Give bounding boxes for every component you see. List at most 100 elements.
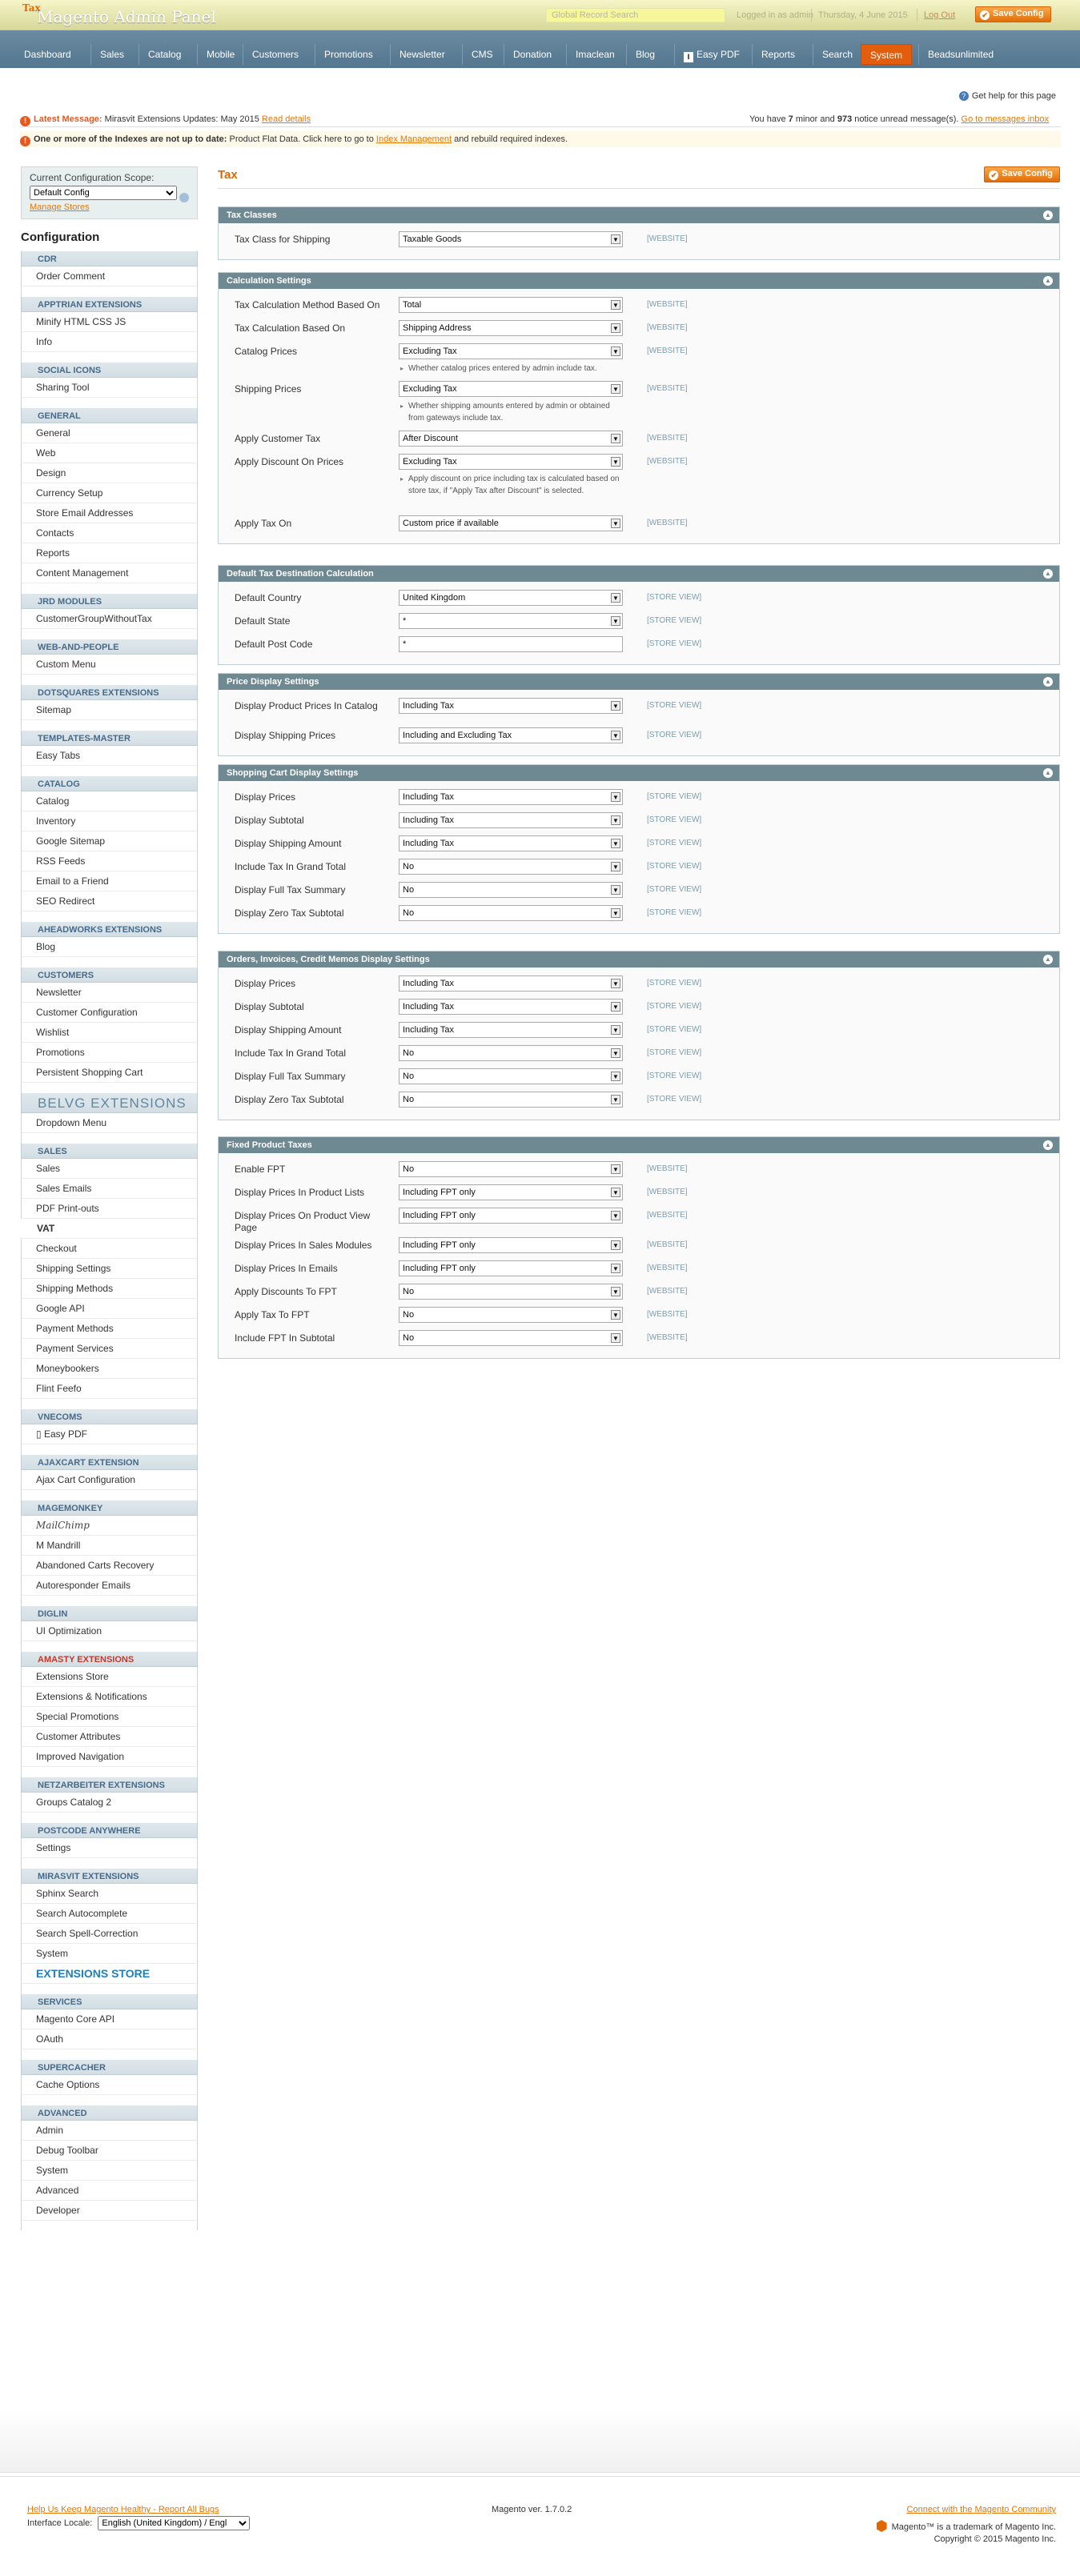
fieldset-header[interactable]: Price Display Settings ▲ — [219, 674, 1059, 690]
sidebar-item-special-promotions[interactable]: Special Promotions — [21, 1707, 198, 1727]
sidebar-item-search-autocomplete[interactable]: Search Autocomplete — [21, 1904, 198, 1924]
nav-catalog[interactable]: Catalog — [139, 44, 190, 65]
index-management-link[interactable]: Index Management — [376, 134, 452, 144]
sidebar-item-catalog[interactable]: Catalog — [21, 791, 198, 811]
field-select[interactable]: No ▼ — [399, 1307, 623, 1323]
sidebar-section-ajaxcart-extension[interactable]: AJAXCART EXTENSION — [21, 1454, 198, 1470]
sidebar-section-catalog[interactable]: CATALOG — [21, 775, 198, 791]
sidebar-item-groups-catalog-2[interactable]: Groups Catalog 2 — [21, 1793, 198, 1813]
fieldset-header[interactable]: Calculation Settings ▲ — [219, 273, 1059, 289]
sidebar-item-extensions-notifications[interactable]: Extensions & Notifications — [21, 1687, 198, 1707]
nav-cms[interactable]: CMS — [462, 44, 502, 65]
sidebar-item-promotions[interactable]: Promotions — [21, 1043, 198, 1063]
sidebar-section-cdr[interactable]: CDR — [21, 250, 198, 266]
sidebar-item-moneybookers[interactable]: Moneybookers — [21, 1359, 198, 1379]
sidebar-item-system[interactable]: System — [21, 2161, 198, 2181]
sidebar-item-minify-html-css-js[interactable]: Minify HTML CSS JS — [21, 312, 198, 332]
sidebar-section-customers[interactable]: CUSTOMERS — [21, 967, 198, 983]
sidebar-item-wishlist[interactable]: Wishlist — [21, 1023, 198, 1043]
sidebar-item-contacts[interactable]: Contacts — [21, 523, 198, 543]
logout-link[interactable]: Log Out — [924, 10, 955, 20]
nav-search[interactable]: Search — [813, 44, 861, 65]
read-details-link[interactable]: Read details — [262, 114, 311, 124]
sidebar-item-cache-options[interactable]: Cache Options — [21, 2075, 198, 2095]
sidebar-item-newsletter[interactable]: Newsletter — [21, 983, 198, 1003]
sidebar-section-jrd-modules[interactable]: JRD MODULES — [21, 593, 198, 609]
fieldset-header[interactable]: Shopping Cart Display Settings ▲ — [219, 765, 1059, 781]
field-select[interactable]: Including and Excluding Tax ▼ — [399, 727, 623, 743]
field-select[interactable]: Excluding Tax ▼ — [399, 454, 623, 470]
community-link[interactable]: Connect with the Magento Community — [907, 2505, 1056, 2514]
header-save-config-button[interactable]: ✔ Save Config — [975, 6, 1051, 22]
sidebar-item-inventory[interactable]: Inventory — [21, 811, 198, 831]
sidebar-item-abandoned-carts-recovery[interactable]: Abandoned Carts Recovery — [21, 1556, 198, 1576]
field-select[interactable]: Excluding Tax ▼ — [399, 381, 623, 397]
sidebar-item-vat[interactable]: VAT — [21, 1219, 198, 1239]
sidebar-item-payment-methods[interactable]: Payment Methods — [21, 1319, 198, 1339]
sidebar-item-sitemap[interactable]: Sitemap — [21, 700, 198, 720]
field-select[interactable]: Including FPT only ▼ — [399, 1237, 623, 1253]
sidebar-item-persistent-shopping-cart[interactable]: Persistent Shopping Cart — [21, 1063, 198, 1083]
collapse-icon[interactable]: ▲ — [1043, 210, 1053, 220]
sidebar-section-amasty-extensions[interactable]: AMASTY EXTENSIONS — [21, 1651, 198, 1667]
sidebar-section-diglin[interactable]: DIGLIN — [21, 1605, 198, 1621]
sidebar-item-extensions-store[interactable]: Extensions Store — [21, 1667, 198, 1687]
sidebar-section-belvg-extensions[interactable]: BELVG EXTENSIONS — [21, 1092, 198, 1113]
sidebar-section-services[interactable]: SERVICES — [21, 1993, 198, 2009]
nav-mobile[interactable]: Mobile — [197, 44, 243, 65]
field-select[interactable]: Including FPT only ▼ — [399, 1208, 623, 1224]
nav-sales[interactable]: Sales — [90, 44, 133, 65]
nav-dashboard[interactable]: Dashboard — [15, 44, 80, 65]
sidebar-section-supercacher[interactable]: SUPERCACHER — [21, 2059, 198, 2075]
sidebar-item-seo-redirect[interactable]: SEO Redirect — [21, 891, 198, 911]
field-select[interactable]: No ▼ — [399, 1092, 623, 1108]
sidebar-item-customergroupwithouttax[interactable]: CustomerGroupWithoutTax — [21, 609, 198, 629]
sidebar-item-debug-toolbar[interactable]: Debug Toolbar — [21, 2141, 198, 2161]
sidebar-item-checkout[interactable]: Checkout — [21, 1239, 198, 1259]
sidebar-item-blog[interactable]: Blog — [21, 937, 198, 957]
field-select[interactable]: Taxable Goods ▼ — [399, 231, 623, 247]
sidebar-section-mirasvit-extensions[interactable]: MIRASVIT EXTENSIONS — [21, 1868, 198, 1884]
collapse-icon[interactable]: ▲ — [1043, 677, 1053, 687]
sidebar-section-web-and-people[interactable]: WEB-AND-PEOPLE — [21, 639, 198, 655]
help-link[interactable]: ? Get help for this page — [958, 91, 1056, 101]
sidebar-item-oauth[interactable]: OAuth — [21, 2029, 198, 2049]
nav-system[interactable]: System — [861, 44, 913, 65]
nav-imaclean[interactable]: Imaclean — [566, 44, 624, 65]
sidebar-item-ajax-cart-configuration[interactable]: Ajax Cart Configuration — [21, 1470, 198, 1490]
nav-donation[interactable]: Donation — [504, 44, 560, 65]
sidebar-section-templates-master[interactable]: TEMPLATES-MASTER — [21, 730, 198, 746]
sidebar-section-general[interactable]: GENERAL — [21, 407, 198, 423]
save-config-button[interactable]: ✔ Save Config — [984, 166, 1060, 182]
sidebar-item-mailchimp[interactable]: MailChimp — [21, 1516, 198, 1536]
sidebar-item-settings[interactable]: Settings — [21, 1838, 198, 1858]
field-select[interactable]: No ▼ — [399, 1330, 623, 1346]
field-select[interactable]: Total ▼ — [399, 297, 623, 313]
fieldset-header[interactable]: Default Tax Destination Calculation ▲ — [219, 566, 1059, 582]
sidebar-section-social-icons[interactable]: SOCIAL ICONS — [21, 362, 198, 378]
sidebar-item-developer[interactable]: Developer — [21, 2201, 198, 2221]
sidebar-item-sharing-tool[interactable]: Sharing Tool — [21, 378, 198, 398]
nav-promotions[interactable]: Promotions — [315, 44, 382, 65]
field-select[interactable]: No ▼ — [399, 859, 623, 875]
field-select[interactable]: Excluding Tax ▼ — [399, 343, 623, 359]
collapse-icon[interactable]: ▲ — [1043, 768, 1053, 778]
field-select[interactable]: No ▼ — [399, 1284, 623, 1300]
collapse-icon[interactable]: ▲ — [1043, 1140, 1053, 1150]
field-select[interactable]: Including FPT only ▼ — [399, 1260, 623, 1276]
locale-select[interactable]: English (United Kingdom) / Engl — [98, 2516, 251, 2530]
sidebar-item-reports[interactable]: Reports — [21, 543, 198, 563]
sidebar-section-advanced[interactable]: ADVANCED — [21, 2105, 198, 2121]
sidebar-item-pdf-print-outs[interactable]: PDF Print-outs — [21, 1199, 198, 1219]
collapse-icon[interactable]: ▲ — [1043, 569, 1053, 579]
sidebar-item-currency-setup[interactable]: Currency Setup — [21, 483, 198, 503]
sidebar-item-general[interactable]: General — [21, 423, 198, 443]
sidebar-item-customer-attributes[interactable]: Customer Attributes — [21, 1727, 198, 1747]
field-select[interactable]: No ▼ — [399, 1161, 623, 1177]
field-select[interactable]: No ▼ — [399, 905, 623, 921]
sidebar-item-store-email-addresses[interactable]: Store Email Addresses — [21, 503, 198, 523]
scope-select[interactable]: Default Config — [30, 186, 177, 200]
sidebar-item-system[interactable]: System — [21, 1944, 198, 1964]
sidebar-section-apptrian-extensions[interactable]: APPTRIAN EXTENSIONS — [21, 296, 198, 312]
sidebar-section-dotsquares-extensions[interactable]: DOTSQUARES EXTENSIONS — [21, 684, 198, 700]
